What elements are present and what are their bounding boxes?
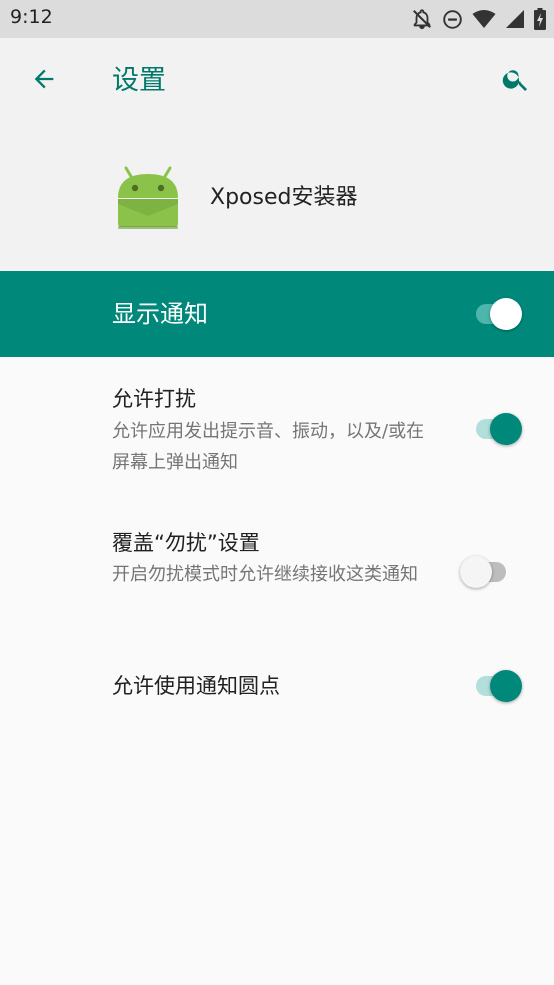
arrow-back-icon [30,65,58,97]
override-dnd-switch[interactable] [460,552,512,592]
app-bar: 设置 [0,38,554,124]
notifications-off-icon [411,8,433,30]
master-toggle-switch[interactable] [470,294,522,334]
pref-summary: 开启勿扰模式时允许继续接收这类通知 [112,564,418,585]
page-title: 设置 [112,65,166,96]
pref-row-override-dnd[interactable]: 覆盖“勿扰”设置 开启勿扰模式时允许继续接收这类通知 [0,497,554,637]
back-button[interactable] [22,59,66,103]
status-time: 9:12 [10,6,53,28]
pref-title: 允许打扰 [112,387,196,411]
switch-thumb [460,556,492,588]
battery-charging-icon [534,8,546,30]
status-bar: 9:12 [0,0,554,38]
app-name: Xposed安装器 [210,185,358,210]
switch-thumb [490,298,522,330]
do-not-disturb-icon [442,9,463,30]
signal-icon [505,9,525,29]
notification-dots-switch[interactable] [470,666,522,706]
app-header: Xposed安装器 [0,124,554,271]
switch-thumb [490,670,522,702]
search-icon [501,64,531,98]
wifi-icon [472,9,496,29]
status-icons [411,7,546,31]
pref-row-allow-interruptions[interactable]: 允许打扰 允许应用发出提示音、振动，以及/或在屏幕上弹出通知 [0,357,554,497]
master-toggle-label: 显示通知 [112,300,208,328]
search-button[interactable] [494,59,538,103]
pref-title: 允许使用通知圆点 [112,674,280,698]
switch-thumb [490,413,522,445]
allow-interruptions-switch[interactable] [470,409,522,449]
pref-title: 覆盖“勿扰”设置 [112,531,260,555]
android-icon [112,164,184,230]
pref-row-notification-dots[interactable]: 允许使用通知圆点 [0,637,554,737]
pref-summary: 允许应用发出提示音、振动，以及/或在屏幕上弹出通知 [112,421,425,473]
master-notification-toggle-row[interactable]: 显示通知 [0,271,554,357]
